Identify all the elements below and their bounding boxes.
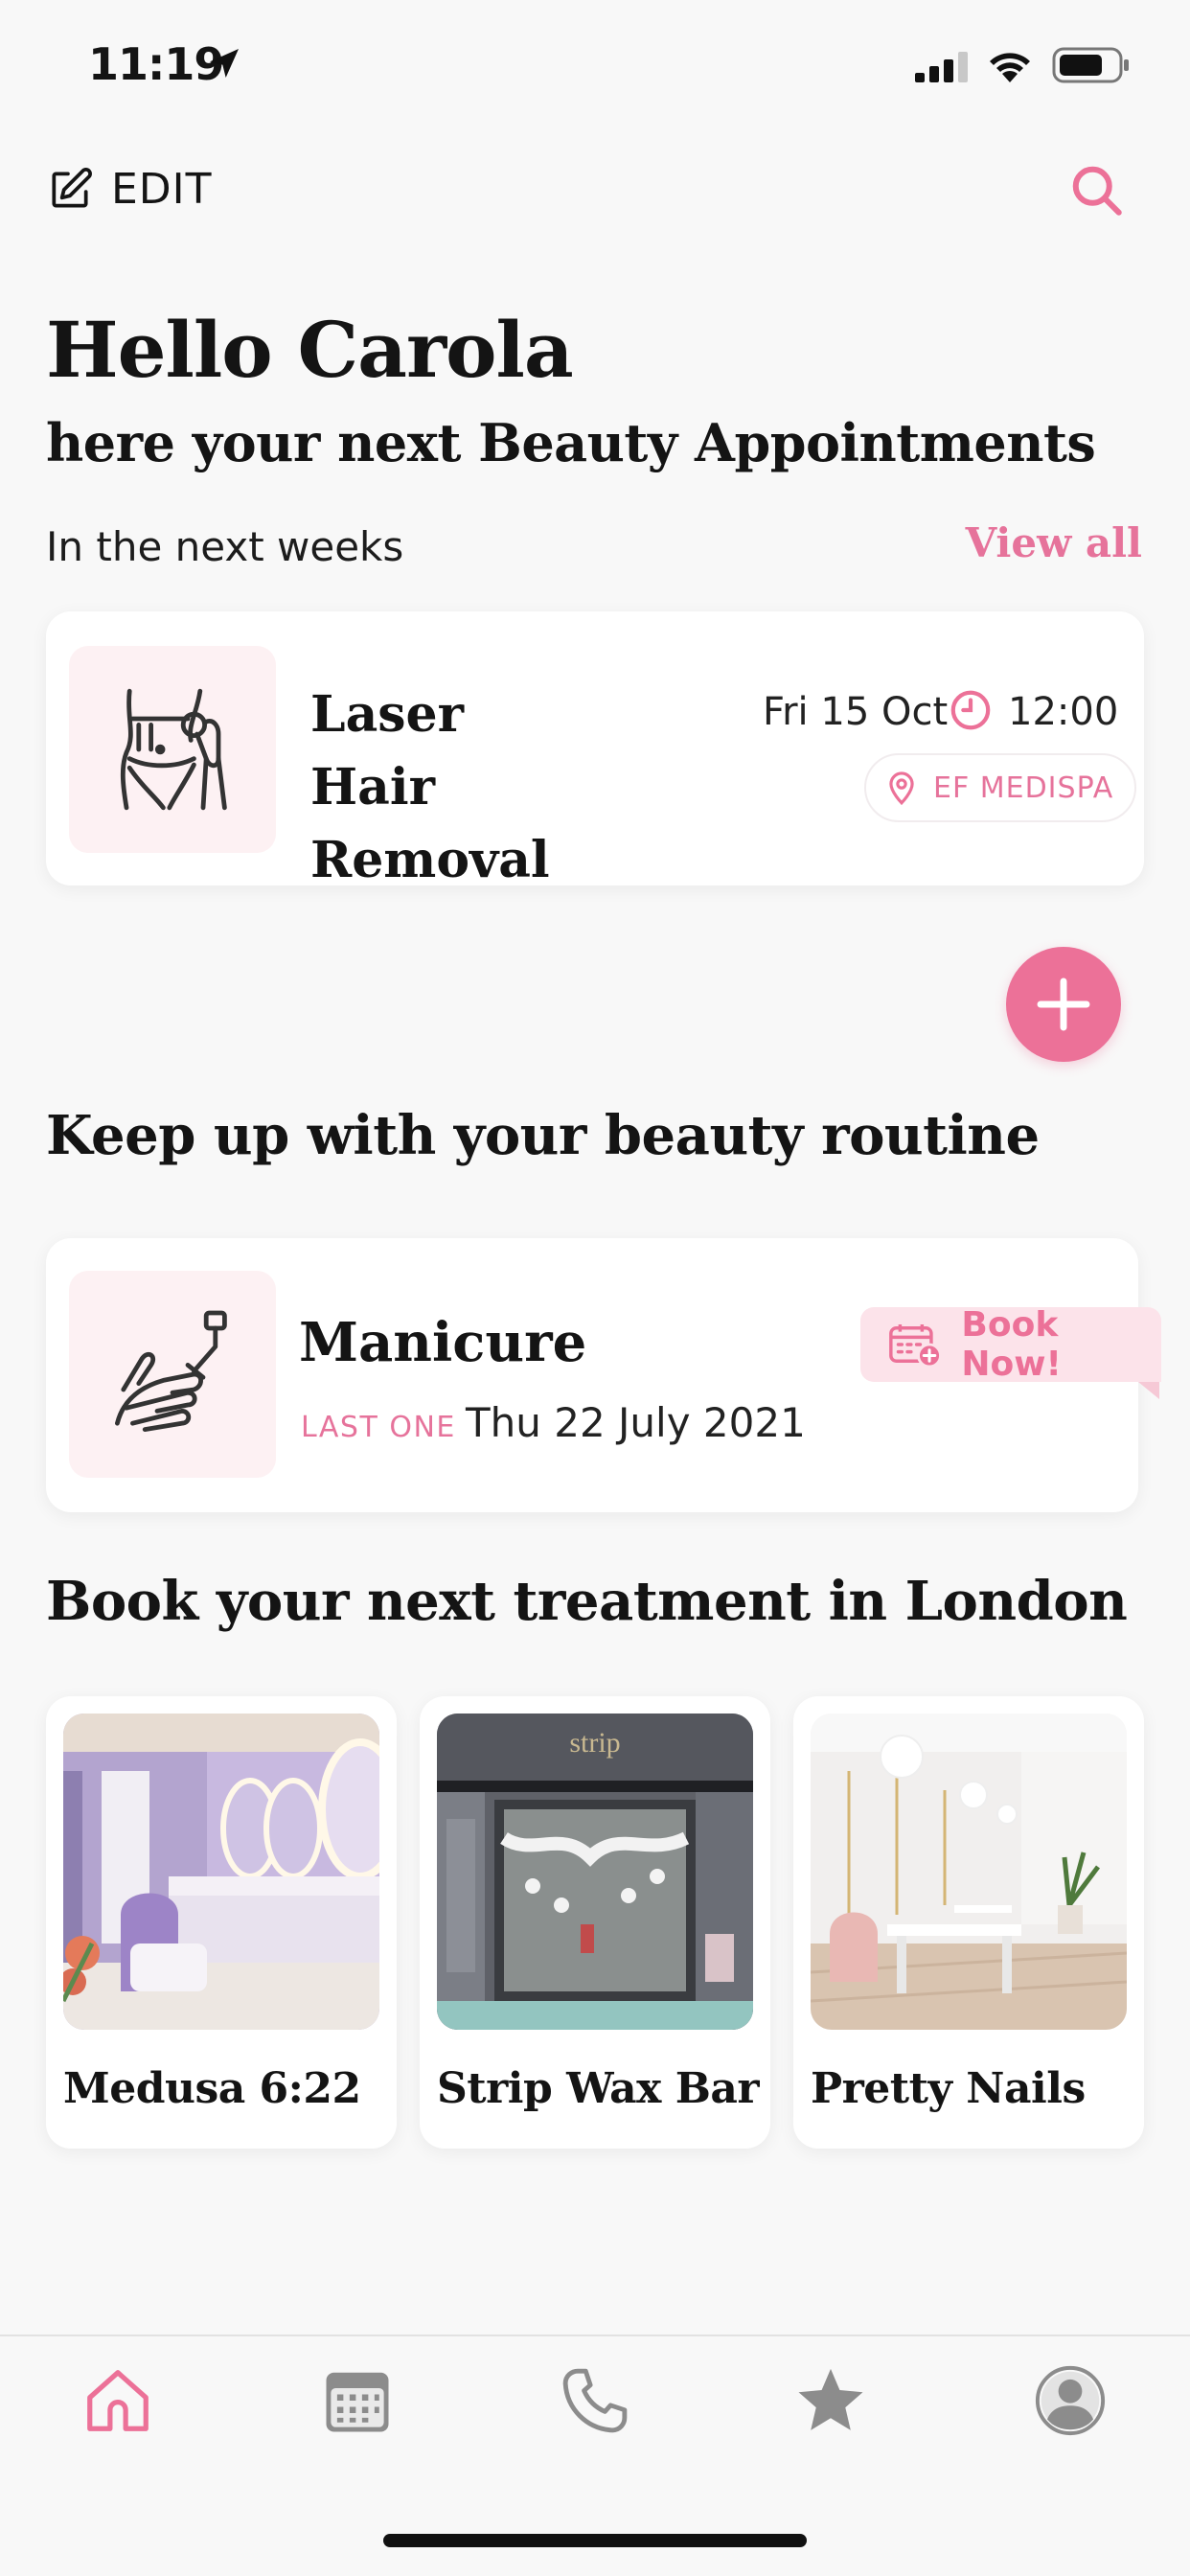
laser-hair-removal-icon [120,688,227,811]
tab-profile[interactable] [1018,2348,1123,2453]
phone-icon [562,2368,628,2433]
plus-icon [1037,978,1090,1031]
venue-name: Strip Wax Bar [437,2064,760,2113]
strip-sign: strip [569,1727,620,1759]
treatment-thumbnail [69,1271,276,1478]
venue-photo [63,1714,379,2030]
venue-photo: strip [437,1714,753,2030]
tab-phone[interactable] [542,2348,648,2453]
wifi-icon [990,53,1030,82]
home-icon [87,2370,149,2431]
venue-name: Pretty Nails [811,2064,1086,2113]
clock-icon [950,690,991,730]
status-time: 11:19 [88,38,224,90]
venue-card[interactable]: Pretty Nails [793,1696,1144,2149]
routine-treatment-name: Manicure [299,1311,587,1374]
book-now-button[interactable]: Book Now! [860,1305,1161,1384]
edit-button[interactable]: EDIT [46,165,213,214]
appointment-date: Fri 15 Oct [763,690,949,734]
edit-label: EDIT [111,165,213,214]
venue-name: Medusa 6:22 [63,2064,361,2113]
venue-card[interactable]: strip Strip Wax Bar [420,1696,770,2149]
home-indicator [383,2534,807,2547]
salon-interior-image [63,1714,379,2030]
battery-icon [1052,47,1129,83]
star-icon [798,2368,863,2430]
appointment-time: 12:00 [1008,690,1119,734]
venues-section-title: Book your next treatment in London [46,1570,1128,1633]
manicure-icon [115,1310,227,1432]
cellular-signal-icon [915,52,968,82]
location-arrow-icon [210,49,239,78]
venue-card[interactable]: Medusa 6:22 [46,1696,397,2149]
wax-bar-storefront-image: strip [437,1714,753,2030]
appointment-title: Laser Hair Removal [310,685,550,889]
location-label: EF MEDISPA [933,770,1114,805]
appointment-card[interactable]: Laser Hair Removal Fri 15 Oct 12:00 EF M… [46,611,1144,889]
greeting-subtitle: here your next Beauty Appointments [46,412,1096,473]
search-icon[interactable] [1067,161,1125,218]
tab-calendar[interactable] [305,2348,410,2453]
venue-photo [811,1714,1127,2030]
book-now-ribbon-tail [1138,1382,1159,1399]
routine-section-title: Keep up with your beauty routine [46,1104,1040,1167]
edit-icon [52,167,92,208]
profile-icon [1035,2365,1106,2436]
map-pin-icon [889,771,914,806]
book-now-label: Book Now! [961,1305,1062,1384]
last-treatment-date: Thu 22 July 2021 [466,1399,806,1446]
status-bar: 11:19 [0,0,1190,134]
location-chip[interactable]: EF MEDISPA [864,753,1137,822]
treatment-thumbnail [69,646,276,853]
view-all-link[interactable]: View all [966,519,1142,566]
nail-salon-interior-image [811,1714,1127,2030]
greeting-title: Hello Carola [46,305,574,395]
tab-favorites[interactable] [778,2348,883,2453]
last-one-label: LAST ONE [301,1411,456,1444]
calendar-icon [326,2372,389,2432]
add-appointment-button[interactable] [1006,947,1121,1062]
period-label: In the next weeks [46,523,404,570]
tab-home[interactable] [65,2348,171,2453]
calendar-add-icon [889,1323,942,1368]
